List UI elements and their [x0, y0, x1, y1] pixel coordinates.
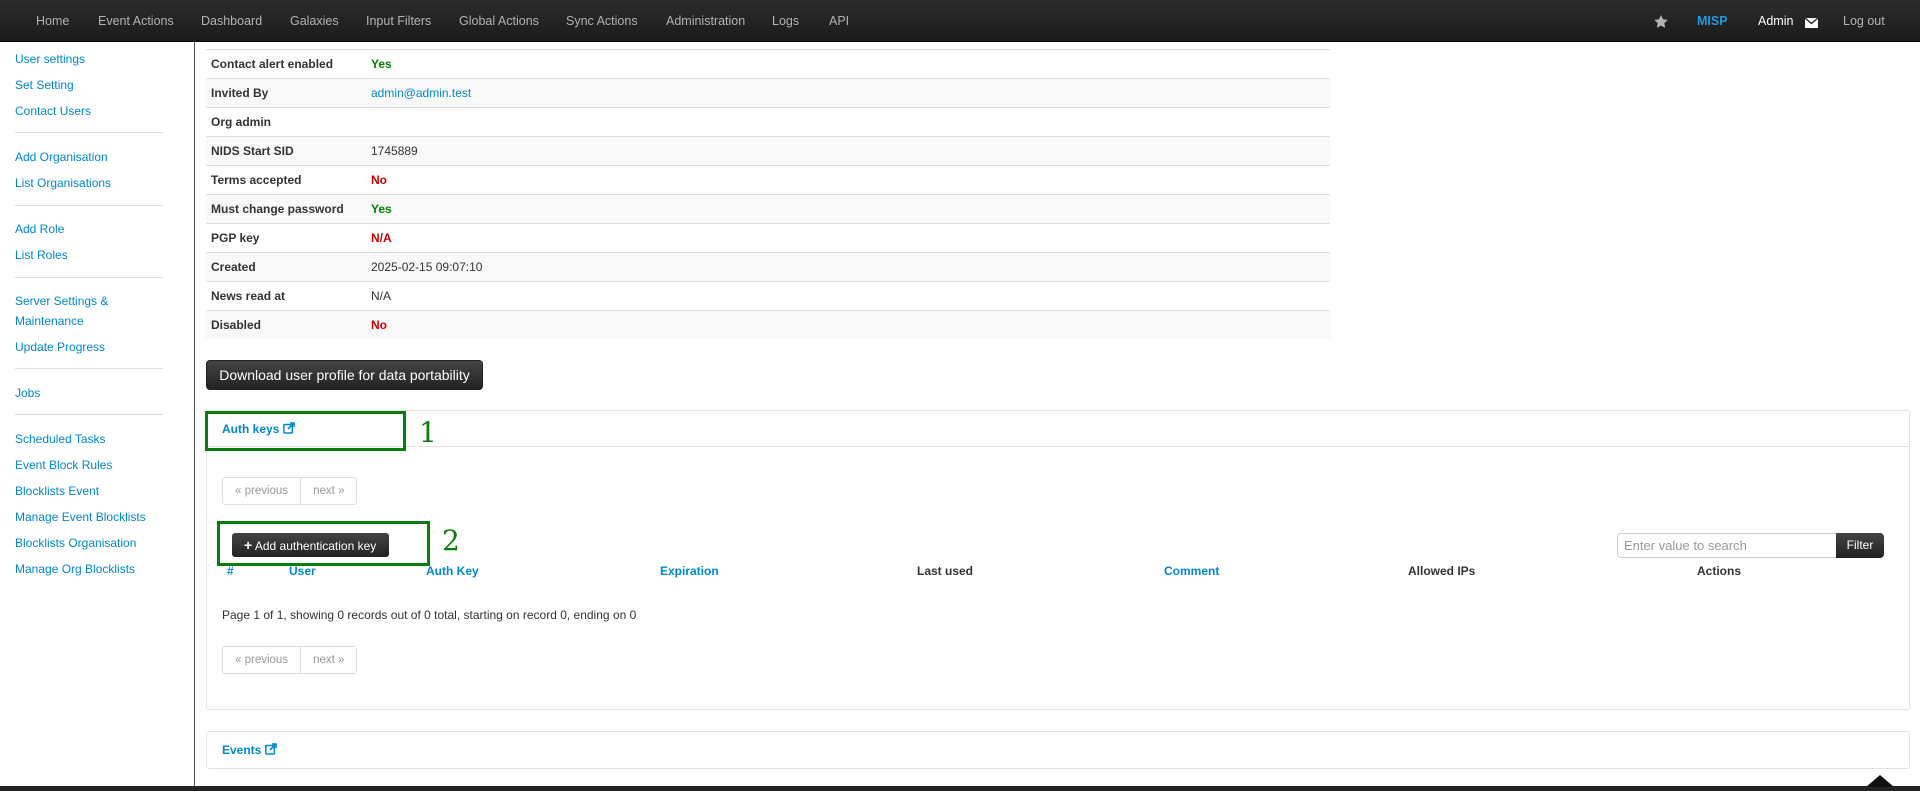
sidebar-item-update-progress[interactable]: Update Progress — [15, 337, 180, 357]
annotation-number-2: 2 — [442, 524, 460, 557]
sidebar-item-add-role[interactable]: Add Role — [15, 219, 180, 239]
envelope-icon[interactable] — [1804, 16, 1819, 31]
sidebar-item-add-organisation[interactable]: Add Organisation — [15, 147, 180, 167]
sidebar-item-user-settings[interactable]: User settings — [15, 49, 180, 69]
search-input[interactable] — [1617, 533, 1837, 558]
annotation-box-2 — [217, 521, 430, 566]
table-row: PGP key N/A — [206, 223, 1330, 252]
nav-galaxies[interactable]: Galaxies — [290, 0, 339, 42]
scroll-to-top-icon[interactable] — [1866, 775, 1894, 787]
detail-key: Invited By — [211, 86, 269, 100]
next-page-button[interactable]: next » — [300, 478, 356, 504]
misp-brand-link[interactable]: MISP — [1697, 0, 1728, 42]
panel-divider — [207, 446, 1909, 447]
sidebar-divider — [15, 205, 163, 206]
detail-key: NIDS Start SID — [211, 144, 294, 158]
nav-event-actions[interactable]: Event Actions — [98, 0, 174, 42]
nav-user[interactable]: Admin — [1758, 0, 1793, 42]
detail-key: Org admin — [211, 115, 272, 129]
sidebar-item-manage-org-blocklists[interactable]: Manage Org Blocklists — [15, 559, 180, 579]
detail-value: Yes — [371, 57, 392, 71]
pagination-info: Page 1 of 1, showing 0 records out of 0 … — [222, 608, 637, 622]
top-navbar: Home Event Actions Dashboard Galaxies In… — [0, 0, 1920, 42]
table-row: Terms accepted No — [206, 165, 1330, 194]
annotation-number-1: 1 — [419, 416, 437, 449]
sidebar-item-manage-event-blocklists[interactable]: Manage Event Blocklists — [15, 507, 180, 527]
column-header-last-used: Last used — [917, 564, 974, 578]
column-header-id[interactable]: # — [227, 564, 234, 579]
detail-key: PGP key — [211, 231, 260, 245]
nav-input-filters[interactable]: Input Filters — [366, 0, 431, 42]
column-header-allowed-ips: Allowed IPs — [1408, 564, 1476, 578]
previous-page-button[interactable]: « previous — [223, 478, 300, 504]
detail-key: Must change password — [211, 202, 344, 216]
table-row: News read at N/A — [206, 281, 1330, 310]
previous-page-button[interactable]: « previous — [223, 647, 300, 673]
table-row: NIDS Start SID 1745889 — [206, 136, 1330, 165]
column-header-actions: Actions — [1697, 564, 1742, 578]
external-link-icon — [264, 743, 277, 755]
sidebar-item-contact-users[interactable]: Contact Users — [15, 101, 180, 121]
nav-global-actions[interactable]: Global Actions — [459, 0, 539, 42]
sidebar-item-blocklists-event[interactable]: Blocklists Event — [15, 481, 180, 501]
sidebar-item-list-organisations[interactable]: List Organisations — [15, 173, 180, 193]
pagination-top: « previous next » — [222, 477, 358, 505]
bottom-bar — [0, 786, 1920, 791]
auth-keys-panel — [206, 410, 1910, 710]
invited-by-link[interactable]: admin@admin.test — [371, 79, 471, 107]
table-row: Org admin — [206, 107, 1330, 136]
sidebar-divider — [15, 277, 163, 278]
detail-value: N/A — [371, 289, 392, 303]
detail-value: No — [371, 173, 387, 187]
sidebar-item-list-roles[interactable]: List Roles — [15, 245, 180, 265]
star-icon[interactable] — [1654, 15, 1668, 31]
table-row: Disabled No — [206, 310, 1330, 339]
detail-value: 2025-02-15 09:07:10 — [371, 260, 483, 274]
nav-dashboard[interactable]: Dashboard — [201, 0, 262, 42]
pagination-bottom: « previous next » — [222, 646, 358, 674]
column-header-comment[interactable]: Comment — [1164, 564, 1219, 579]
sidebar-item-set-setting[interactable]: Set Setting — [15, 75, 180, 95]
table-row: Must change password Yes — [206, 194, 1330, 223]
column-header-user[interactable]: User — [289, 564, 316, 579]
sidebar-item-blocklists-organisation[interactable]: Blocklists Organisation — [15, 533, 180, 553]
nav-api[interactable]: API — [829, 0, 849, 42]
detail-value: No — [371, 318, 387, 332]
detail-value: 1745889 — [371, 144, 418, 158]
annotation-box-1 — [205, 411, 406, 451]
events-label: Events — [222, 743, 262, 757]
table-row: Invited By admin@admin.test — [206, 78, 1330, 107]
detail-key: Contact alert enabled — [211, 57, 334, 71]
sidebar-item-event-block-rules[interactable]: Event Block Rules — [15, 455, 180, 475]
sidebar-divider — [15, 368, 163, 369]
table-row: Created 2025-02-15 09:07:10 — [206, 252, 1330, 281]
nav-sync-actions[interactable]: Sync Actions — [566, 0, 638, 42]
detail-key: Created — [211, 260, 256, 274]
nav-logout[interactable]: Log out — [1843, 0, 1885, 42]
sidebar-item-scheduled-tasks[interactable]: Scheduled Tasks — [15, 429, 180, 449]
detail-value: N/A — [371, 231, 392, 245]
detail-key: Terms accepted — [211, 173, 302, 187]
detail-key: Disabled — [211, 318, 262, 332]
nav-logs[interactable]: Logs — [772, 0, 799, 42]
sidebar-divider — [15, 414, 163, 415]
table-row: Contact alert enabled Yes — [206, 49, 1330, 78]
events-panel — [206, 731, 1910, 769]
detail-value: Yes — [371, 202, 392, 216]
sidebar-item-jobs[interactable]: Jobs — [15, 383, 180, 403]
filter-button[interactable]: Filter — [1836, 533, 1884, 558]
sidebar-item-server-settings[interactable]: Server Settings & Maintenance — [15, 291, 180, 331]
next-page-button[interactable]: next » — [300, 647, 356, 673]
sidebar-divider — [15, 132, 163, 133]
download-profile-button[interactable]: Download user profile for data portabili… — [206, 360, 483, 390]
detail-key: News read at — [211, 289, 286, 303]
events-link[interactable]: Events — [222, 743, 277, 757]
nav-home[interactable]: Home — [36, 0, 69, 42]
column-header-expiration[interactable]: Expiration — [660, 564, 719, 579]
column-header-auth-key[interactable]: Auth Key — [426, 564, 479, 579]
sidebar: User settings Set Setting Contact Users … — [0, 42, 195, 791]
nav-administration[interactable]: Administration — [666, 0, 745, 42]
